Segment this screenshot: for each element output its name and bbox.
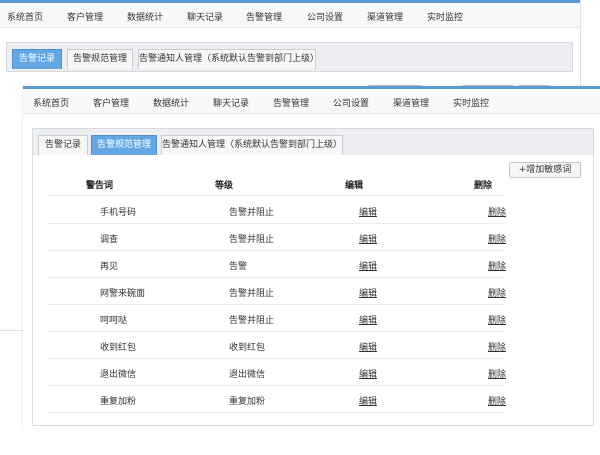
cell-word: 再见 <box>100 262 119 272</box>
table-row: 调查 告警并阻止 编辑 删除 <box>47 223 506 251</box>
front-nav-customer[interactable]: 客户管理 <box>93 96 129 109</box>
delete-link[interactable]: 删除 <box>488 340 506 353</box>
cell-level: 重复加粉 <box>229 397 266 407</box>
edit-link[interactable]: 编辑 <box>359 259 377 272</box>
bottom-background <box>0 431 600 455</box>
front-nav-bar: 系统首页 客户管理 数据统计 聊天记录 告警管理 公司设置 渠道管理 实时监控 <box>23 89 600 114</box>
cell-level: 退出微信 <box>229 370 266 380</box>
delete-link[interactable]: 删除 <box>488 232 506 245</box>
back-nav-channel[interactable]: 渠道管理 <box>367 10 403 23</box>
cell-level: 告警并阻止 <box>229 289 275 299</box>
front-tab-alarm-records[interactable]: 告警记录 <box>38 135 88 155</box>
table-row: 再见 告警 编辑 删除 <box>47 250 506 278</box>
back-tab-alarm-notify[interactable]: 告警通知人管理（系统默认告警到部门上级） <box>138 49 319 69</box>
delete-link[interactable]: 删除 <box>488 259 506 272</box>
edit-link[interactable]: 编辑 <box>359 313 377 326</box>
cell-word: 手机号码 <box>100 208 137 218</box>
front-nav-monitor[interactable]: 实时监控 <box>453 96 489 109</box>
header-edit: 编辑 <box>345 181 364 191</box>
table-row: 重复加粉 重复加粉 编辑 删除 <box>47 385 506 413</box>
cell-level: 告警并阻止 <box>229 316 275 326</box>
front-window: 系统首页 客户管理 数据统计 聊天记录 告警管理 公司设置 渠道管理 实时监控 … <box>23 86 600 431</box>
cell-word: 呵呵哒 <box>100 316 128 326</box>
table-header: 警告词 等级 编辑 删除 <box>33 178 593 194</box>
cell-level: 告警 <box>229 262 248 272</box>
delete-link[interactable]: 删除 <box>488 367 506 380</box>
back-nav-stats[interactable]: 数据统计 <box>127 10 163 23</box>
back-nav-customer[interactable]: 客户管理 <box>67 10 103 23</box>
back-nav-alarm[interactable]: 告警管理 <box>246 10 282 23</box>
cell-word: 收到红包 <box>100 343 137 353</box>
delete-link[interactable]: 删除 <box>488 286 506 299</box>
front-tab-bar: 告警记录 告警规范管理 告警通知人管理（系统默认告警到部门上级） <box>32 128 594 157</box>
header-word: 警告词 <box>86 181 114 191</box>
content-panel: +增加敏感词 警告词 等级 编辑 删除 手机号码 告警并阻止 编辑 删除 调查 告警并阻止… <box>32 155 594 426</box>
front-nav-home[interactable]: 系统首页 <box>33 96 69 109</box>
edit-link[interactable]: 编辑 <box>359 232 377 245</box>
cell-level: 告警并阻止 <box>229 235 275 245</box>
edit-link[interactable]: 编辑 <box>359 367 377 380</box>
back-tab-alarm-rules[interactable]: 告警规范管理 <box>67 49 133 69</box>
table-row: 退出微信 退出微信 编辑 删除 <box>47 358 506 386</box>
cell-word: 退出微信 <box>100 370 137 380</box>
back-nav-monitor[interactable]: 实时监控 <box>427 10 463 23</box>
back-nav-home[interactable]: 系统首页 <box>7 10 43 23</box>
header-delete: 删除 <box>474 181 493 191</box>
front-nav-alarm[interactable]: 告警管理 <box>273 96 309 109</box>
table-row: 收到红包 收到红包 编辑 删除 <box>47 331 506 359</box>
table-row: 手机号码 告警并阻止 编辑 删除 <box>47 196 506 224</box>
back-tab-bar: 告警记录 告警规范管理 告警通知人管理（系统默认告警到部门上级） <box>6 42 573 72</box>
table-row: 呵呵哒 告警并阻止 编辑 删除 <box>47 304 506 332</box>
cell-word: 调查 <box>100 235 119 245</box>
edit-link[interactable]: 编辑 <box>359 394 377 407</box>
front-tab-alarm-rules[interactable]: 告警规范管理 <box>91 135 157 155</box>
back-tab-alarm-records[interactable]: 告警记录 <box>12 49 62 69</box>
delete-link[interactable]: 删除 <box>488 394 506 407</box>
front-tab-alarm-notify[interactable]: 告警通知人管理（系统默认告警到部门上级） <box>161 135 343 155</box>
front-nav-company[interactable]: 公司设置 <box>333 96 369 109</box>
edit-link[interactable]: 编辑 <box>359 286 377 299</box>
back-nav-bar: 系统首页 客户管理 数据统计 聊天记录 告警管理 公司设置 渠道管理 实时监控 <box>0 3 580 28</box>
front-nav-chat[interactable]: 聊天记录 <box>213 96 249 109</box>
table-row: 网警来碗面 告警并阻止 编辑 删除 <box>47 277 506 305</box>
cell-word: 网警来碗面 <box>100 289 146 299</box>
edit-link[interactable]: 编辑 <box>359 205 377 218</box>
add-sensitive-word-button[interactable]: +增加敏感词 <box>509 162 581 178</box>
back-nav-company[interactable]: 公司设置 <box>307 10 343 23</box>
back-nav-chat[interactable]: 聊天记录 <box>187 10 223 23</box>
cell-level: 告警并阻止 <box>229 208 275 218</box>
table-body: 手机号码 告警并阻止 编辑 删除 调查 告警并阻止 编辑 删除 再见 告警 编辑 删除 网警来碗面 告警并… <box>1 196 561 421</box>
header-level: 等级 <box>215 181 234 191</box>
edit-link[interactable]: 编辑 <box>359 340 377 353</box>
delete-link[interactable]: 删除 <box>488 205 506 218</box>
cell-level: 收到红包 <box>229 343 266 353</box>
front-nav-stats[interactable]: 数据统计 <box>153 96 189 109</box>
cell-word: 重复加粉 <box>100 397 137 407</box>
delete-link[interactable]: 删除 <box>488 313 506 326</box>
front-nav-channel[interactable]: 渠道管理 <box>393 96 429 109</box>
